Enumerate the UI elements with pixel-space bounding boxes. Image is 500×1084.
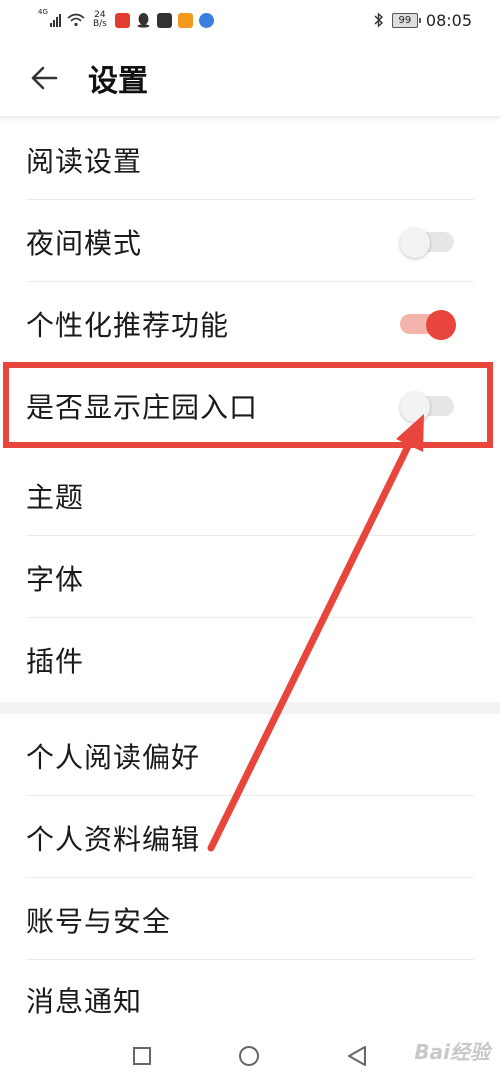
- circle-home-icon[interactable]: [238, 1045, 260, 1067]
- square-recent-apps-icon[interactable]: [132, 1046, 152, 1066]
- annotation-arrow: [207, 414, 424, 852]
- triangle-back-icon[interactable]: [346, 1045, 368, 1067]
- watermark: Bai经验: [414, 1040, 490, 1064]
